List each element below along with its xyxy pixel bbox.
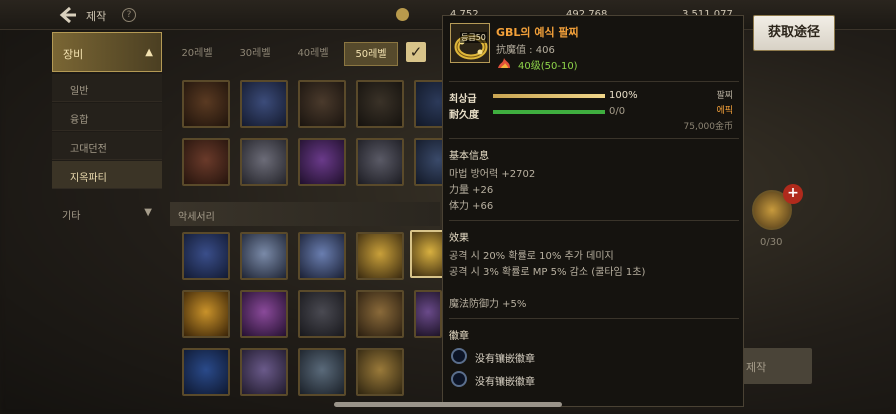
- tab-level-50[interactable]: 50레벨: [344, 42, 398, 66]
- stat-vitality: 体力 +66: [449, 201, 494, 212]
- item-slot[interactable]: [240, 348, 288, 396]
- item-slot[interactable]: [182, 348, 230, 396]
- emblem-title: 徽章: [449, 331, 469, 342]
- stat-strength: 力量 +26: [449, 185, 494, 196]
- item-slot[interactable]: [298, 80, 346, 128]
- filter-checkbox[interactable]: ✓: [406, 42, 426, 62]
- page-title: 제작: [86, 10, 107, 23]
- item-slot[interactable]: [182, 80, 230, 128]
- item-icon: 등급50: [450, 23, 490, 63]
- sidebar-other-label: 기타: [62, 211, 81, 222]
- item-type: 팔찌: [716, 91, 733, 101]
- item-level: 40级(50-10): [518, 61, 578, 72]
- durability-label: 耐久度: [449, 110, 479, 121]
- quality-label: 최상급: [449, 94, 477, 105]
- sidebar-main-label: 장비: [63, 48, 84, 61]
- magic-defense-bonus: 魔法防御力 +5%: [449, 299, 527, 310]
- back-arrow-icon[interactable]: [58, 5, 78, 25]
- tab-level-30[interactable]: 30레벨: [228, 42, 282, 66]
- sidebar-item-ancient-dungeon[interactable]: 고대던전: [52, 132, 162, 160]
- category-sidebar: 장비 ▲ 일반 융합 고대던전 지옥파티 기타 ▼: [52, 32, 162, 332]
- item-name: GBL의 예식 팔찌: [496, 26, 579, 39]
- add-material-icon[interactable]: +: [783, 184, 803, 204]
- quality-bar-fill: [493, 94, 605, 98]
- item-slot[interactable]: [182, 138, 230, 186]
- quality-value: 100%: [609, 90, 638, 101]
- magic-resist-value: 抗魔值 : 406: [496, 45, 555, 56]
- sidebar-item-label: 융합: [70, 115, 89, 126]
- sidebar-item-normal[interactable]: 일반: [52, 74, 162, 102]
- item-slot[interactable]: [356, 138, 404, 186]
- emblem-slot-label: 没有镶嵌徽章: [475, 377, 535, 388]
- effect-title: 效果: [449, 233, 469, 244]
- item-slot[interactable]: [240, 80, 288, 128]
- chevron-up-icon: ▲: [145, 47, 153, 58]
- item-slot[interactable]: [240, 138, 288, 186]
- item-rarity: 에픽: [716, 106, 733, 116]
- item-slot[interactable]: [356, 232, 404, 280]
- quality-bar: [493, 94, 605, 98]
- tab-level-40[interactable]: 40레벨: [286, 42, 340, 66]
- effect-line: 공격 시 20% 확률로 10% 추가 데미지: [449, 251, 614, 262]
- item-tooltip: 등급50 GBL의 예식 팔찌 抗魔值 : 406 40级(50-10) 최상급…: [442, 15, 744, 407]
- item-slot[interactable]: [182, 290, 230, 338]
- item-slot[interactable]: [356, 348, 404, 396]
- sidebar-item-fusion[interactable]: 융합: [52, 103, 162, 131]
- item-grade-badge: 등급50: [460, 32, 487, 43]
- craft-button-label: 제작: [746, 361, 767, 374]
- divider: [449, 318, 739, 319]
- help-icon[interactable]: ?: [122, 8, 136, 22]
- divider: [449, 81, 739, 82]
- sidebar-item-label: 일반: [70, 86, 89, 97]
- tab-level-20[interactable]: 20레벨: [170, 42, 224, 66]
- item-slot[interactable]: [240, 232, 288, 280]
- moon-coin-icon: [396, 8, 409, 21]
- divider: [449, 220, 739, 221]
- emblem-slot-icon: [451, 371, 467, 387]
- home-indicator: [334, 402, 562, 407]
- item-slot[interactable]: [298, 232, 346, 280]
- acquire-route-button[interactable]: 获取途径: [753, 15, 835, 51]
- accessory-section-header: 악세서리: [170, 202, 440, 226]
- durability-bar: [493, 110, 605, 114]
- item-slot[interactable]: [240, 290, 288, 338]
- item-slot[interactable]: [414, 290, 442, 338]
- material-count: 0/30: [760, 237, 783, 248]
- stat-magic-defense: 마법 방어력 +2702: [449, 169, 536, 180]
- item-slot[interactable]: [298, 348, 346, 396]
- effect-line: 공격 시 3% 확률로 MP 5% 감소 (쿨타임 1초): [449, 267, 646, 278]
- sidebar-item-other[interactable]: 기타 ▼: [52, 198, 162, 228]
- divider: [449, 138, 739, 139]
- section-label: 악세서리: [178, 212, 215, 223]
- flame-icon: [498, 58, 510, 68]
- item-slot[interactable]: [356, 80, 404, 128]
- item-price: 75,000金币: [683, 122, 734, 132]
- item-slot[interactable]: [182, 232, 230, 280]
- durability-bar-fill: [493, 110, 605, 114]
- item-slot[interactable]: [356, 290, 404, 338]
- item-slot[interactable]: [298, 138, 346, 186]
- emblem-slot-icon: [451, 348, 467, 364]
- durability-value: 0/0: [609, 106, 626, 117]
- basic-info-title: 基本信息: [449, 151, 489, 162]
- item-slot[interactable]: [298, 290, 346, 338]
- sidebar-item-label: 고대던전: [70, 144, 107, 155]
- sidebar-item-equipment[interactable]: 장비 ▲: [52, 32, 162, 72]
- emblem-slot-label: 没有镶嵌徽章: [475, 354, 535, 365]
- craft-button[interactable]: 제작: [732, 348, 812, 384]
- sidebar-item-label: 지옥파티: [70, 173, 107, 184]
- chevron-down-icon: ▼: [144, 207, 152, 218]
- sidebar-item-hell-party[interactable]: 지옥파티: [52, 161, 162, 189]
